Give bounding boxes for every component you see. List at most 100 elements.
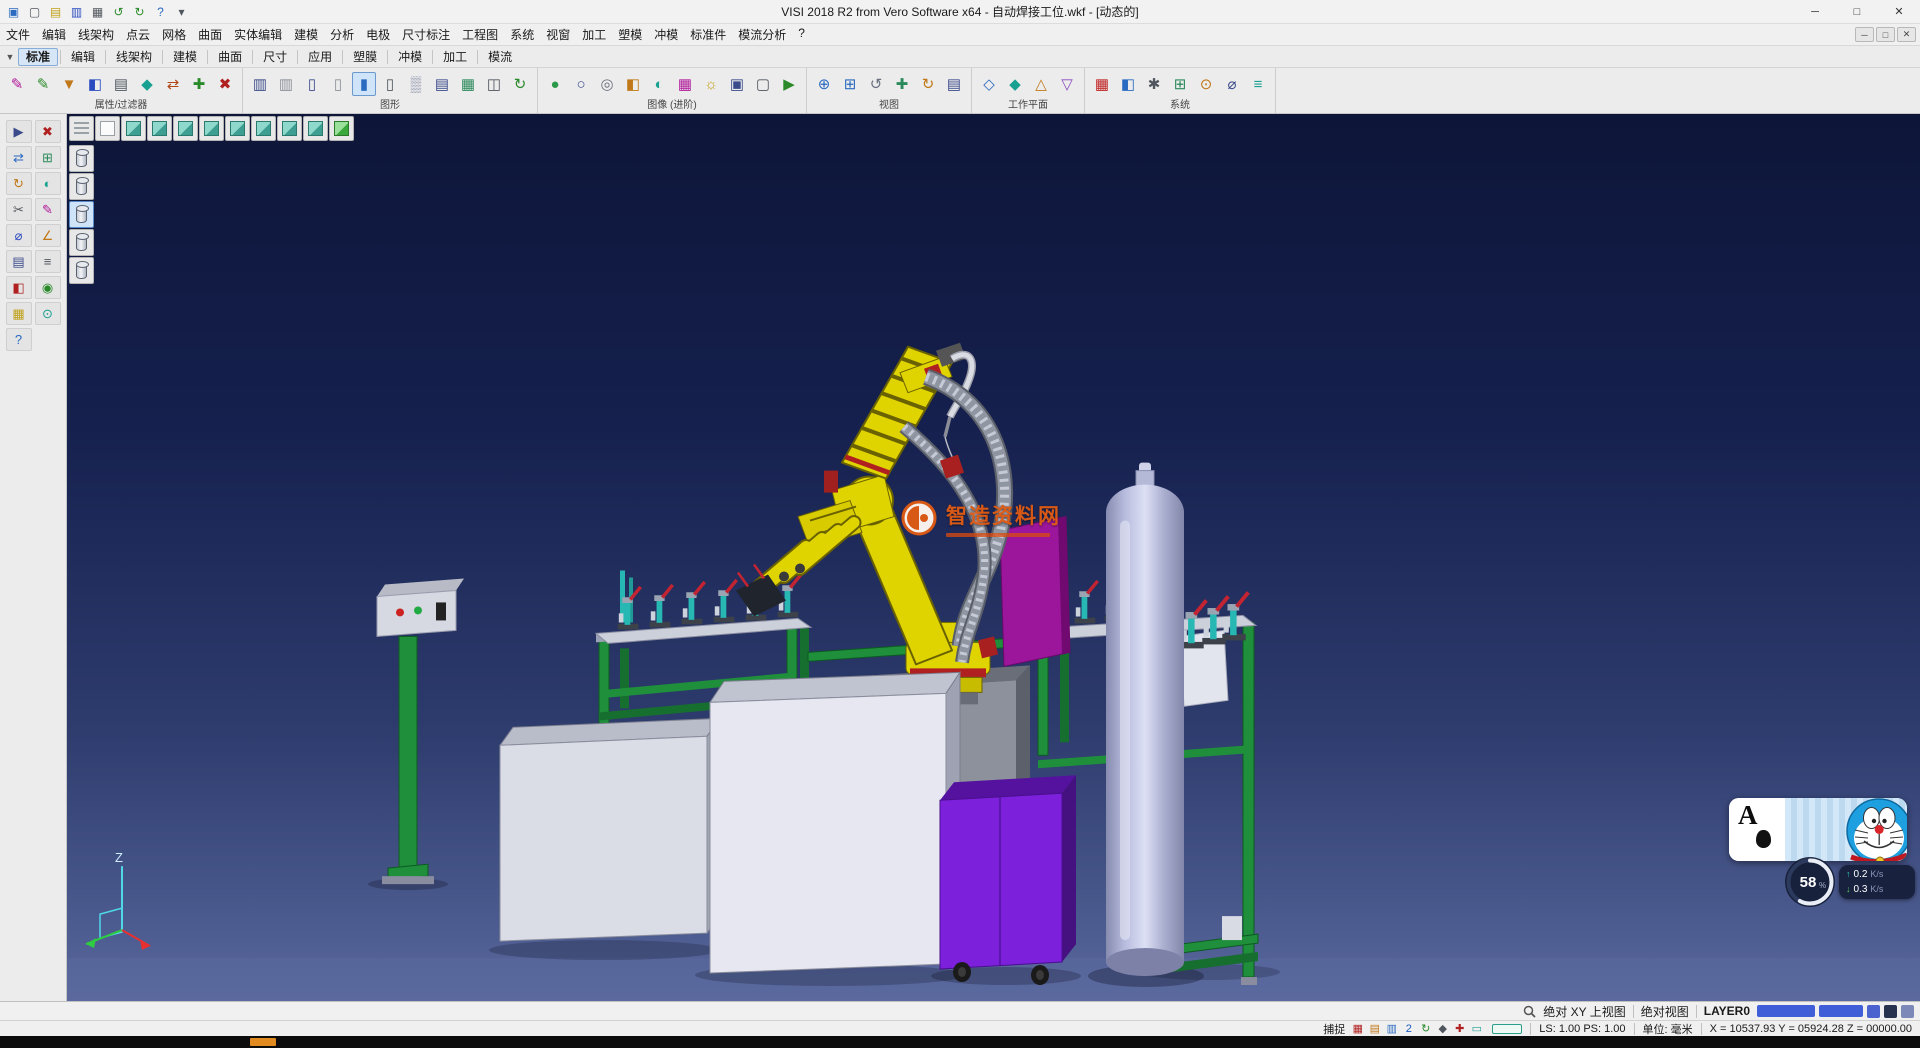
redo-icon[interactable]: ↻ <box>130 2 149 21</box>
element-filter-icon[interactable]: ▼ <box>57 72 81 96</box>
os-taskbar[interactable] <box>0 1036 1920 1048</box>
workplane-3points-icon[interactable]: △ <box>1029 72 1053 96</box>
workplane-indicator-icon[interactable]: ▭ <box>1468 1022 1485 1036</box>
active-layer-label[interactable]: LAYER0 <box>1704 1004 1750 1018</box>
view-list-icon[interactable]: ▤ <box>942 72 966 96</box>
lighting-icon[interactable]: ☼ <box>699 72 723 96</box>
magenta-panel[interactable] <box>1000 517 1070 667</box>
layer-manager-icon[interactable]: ▤ <box>430 72 454 96</box>
view-iso2-icon[interactable] <box>303 116 328 141</box>
shaded-mode-icon[interactable]: ▮ <box>352 72 376 96</box>
materials-icon[interactable]: ▦ <box>673 72 697 96</box>
menu-machining[interactable]: 加工 <box>576 24 612 45</box>
rotate-view-icon[interactable]: ↻ <box>916 72 940 96</box>
hide-selected-icon[interactable]: ▯ <box>326 72 350 96</box>
workplane-standard-icon[interactable]: ◇ <box>977 72 1001 96</box>
menu-moldflow-analysis[interactable]: 模流分析 <box>732 24 792 45</box>
selection-filter-icon[interactable]: ✚ <box>187 72 211 96</box>
view-bottom-icon[interactable] <box>251 116 276 141</box>
display-shaded-edges-icon[interactable] <box>69 229 94 256</box>
copy-icon[interactable]: ⊞ <box>35 146 61 169</box>
view-left-icon[interactable] <box>199 116 224 141</box>
view-dynamic-icon[interactable] <box>329 116 354 141</box>
animation-icon[interactable]: ▶ <box>777 72 801 96</box>
menu-edit[interactable]: 编辑 <box>36 24 72 45</box>
view-orientation-label[interactable]: 绝对 XY 上视图 <box>1543 1003 1625 1020</box>
mdi-minimize-button[interactable]: ─ <box>1855 27 1874 42</box>
tab-dropdown-icon[interactable]: ▼ <box>2 52 18 62</box>
color-swap-icon[interactable]: ◧ <box>6 276 32 299</box>
angle-icon[interactable]: ∠ <box>35 224 61 247</box>
measure-icon[interactable]: ⌀ <box>6 224 32 247</box>
chip-dark[interactable] <box>1884 1005 1897 1018</box>
attributes-icon[interactable]: ≡ <box>35 250 61 273</box>
menu-drafting[interactable]: 工程图 <box>456 24 504 45</box>
tab-application[interactable]: 应用 <box>300 48 340 66</box>
selection-lock-icon[interactable]: ▦ <box>1349 1022 1366 1036</box>
blank-toggle-icon[interactable]: ◫ <box>482 72 506 96</box>
chip-blue[interactable] <box>1867 1005 1880 1018</box>
copy-attributes-icon[interactable]: ✎ <box>31 72 55 96</box>
hide-all-icon[interactable]: ▥ <box>274 72 298 96</box>
zoom-previous-icon[interactable]: ↺ <box>864 72 888 96</box>
dock-help-icon[interactable]: ? <box>6 328 32 351</box>
edit-geometry-icon[interactable]: ✎ <box>35 198 61 221</box>
open-file-icon[interactable]: ▤ <box>46 2 65 21</box>
background-icon[interactable]: ▣ <box>725 72 749 96</box>
menu-standard-parts[interactable]: 标准件 <box>684 24 732 45</box>
view-right-icon[interactable] <box>173 116 198 141</box>
tab-die[interactable]: 冲模 <box>390 48 430 66</box>
menu-surface[interactable]: 曲面 <box>192 24 228 45</box>
print-icon[interactable]: ▦ <box>88 2 107 21</box>
view-reference-label[interactable]: 绝对视图 <box>1641 1003 1689 1020</box>
render-wireframe-icon[interactable]: ○ <box>569 72 593 96</box>
tab-moldflow[interactable]: 模流 <box>480 48 520 66</box>
wireframe-mode-icon[interactable]: ▯ <box>378 72 402 96</box>
equipment-box-a[interactable] <box>500 718 720 941</box>
menu-modeling[interactable]: 建模 <box>288 24 324 45</box>
tab-machining[interactable]: 加工 <box>435 48 475 66</box>
mirror-icon[interactable]: ◐ <box>35 172 61 195</box>
tab-dimension[interactable]: 尺寸 <box>255 48 295 66</box>
gas-cylinder[interactable] <box>1106 463 1184 976</box>
snap-settings-icon[interactable]: ⊙ <box>1194 72 1218 96</box>
app-menu-icon[interactable]: ▣ <box>4 2 23 21</box>
network-speed-widget[interactable]: ↑ 0.2 K/s ↓ 0.3 K/s <box>1839 865 1915 899</box>
close-button[interactable]: ✕ <box>1878 0 1920 23</box>
aux-color-bar[interactable] <box>1819 1005 1863 1017</box>
color-filter-icon[interactable]: ◧ <box>83 72 107 96</box>
show-selected-icon[interactable]: ▯ <box>300 72 324 96</box>
snap-icon[interactable]: ⊙ <box>35 302 61 325</box>
menu-solid-edit[interactable]: 实体编辑 <box>228 24 288 45</box>
dynamic-section-icon[interactable]: ◧ <box>621 72 645 96</box>
cube-status-icon[interactable]: ◆ <box>1434 1022 1451 1036</box>
view-iso-icon[interactable] <box>277 116 302 141</box>
search-icon[interactable] <box>1523 1005 1536 1018</box>
save-file-icon[interactable]: ▥ <box>67 2 86 21</box>
render-shaded-icon[interactable]: ● <box>543 72 567 96</box>
system-info-icon[interactable]: ≡ <box>1246 72 1270 96</box>
minimize-button[interactable]: ─ <box>1794 0 1836 23</box>
update-icon[interactable]: ↻ <box>1417 1022 1434 1036</box>
ghost-mode-icon[interactable]: ▒ <box>404 72 428 96</box>
menu-file[interactable]: 文件 <box>0 24 36 45</box>
3d-scene[interactable]: Z <box>67 114 1920 1001</box>
tab-modeling[interactable]: 建模 <box>165 48 205 66</box>
display-ghost-icon[interactable] <box>69 257 94 284</box>
regenerate-icon[interactable]: ↻ <box>508 72 532 96</box>
view-back-icon[interactable] <box>225 116 250 141</box>
hidden-lines-icon[interactable]: ◎ <box>595 72 619 96</box>
document-icon[interactable]: ▥ <box>1383 1022 1400 1036</box>
percent-badge[interactable]: 58 % <box>1783 855 1837 909</box>
menu-electrode[interactable]: 电极 <box>360 24 396 45</box>
reset-filter-icon[interactable]: ✖ <box>213 72 237 96</box>
mdi-close-button[interactable]: ✕ <box>1897 27 1916 42</box>
equipment-box-b[interactable] <box>710 672 960 973</box>
transparency-icon[interactable]: ◐ <box>647 72 671 96</box>
3d-viewport[interactable]: Z 智造资料网 <box>67 114 1920 1001</box>
system-settings-icon[interactable]: ✱ <box>1142 72 1166 96</box>
menu-analysis[interactable]: 分析 <box>324 24 360 45</box>
menu-help[interactable]: ? <box>792 24 811 45</box>
view-menu-icon[interactable] <box>69 116 94 141</box>
taskbar-app-icon[interactable] <box>250 1038 276 1046</box>
